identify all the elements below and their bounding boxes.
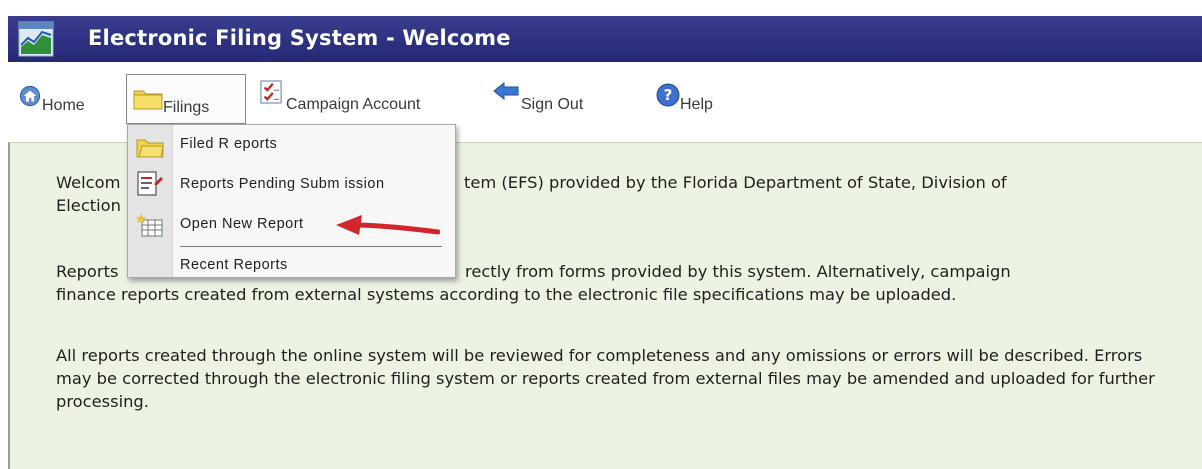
folder-icon [133, 90, 163, 110]
dropdown-label-recent-reports: Recent Reports [180, 257, 288, 273]
checklist-icon [260, 80, 282, 104]
red-arrow-annotation [336, 215, 440, 235]
dropdown-item-reports-pending[interactable]: Reports Pending Subm ission [128, 165, 455, 203]
filings-dropdown: Filed R eports Reports Pending Subm issi… [127, 124, 456, 278]
menu-help[interactable]: ? Help [654, 62, 734, 126]
dropdown-item-recent-reports[interactable]: Recent Reports [128, 249, 455, 277]
menu-sign-out[interactable]: Sign Out [493, 62, 603, 126]
dropdown-separator [180, 246, 442, 247]
reports-line1-start: Reports [56, 262, 119, 281]
menu-campaign-account[interactable]: Campaign Account [258, 62, 448, 126]
svg-text:?: ? [664, 86, 673, 104]
menu-bar: Home Filings Campaign Account Sign Out ?… [8, 62, 1202, 126]
pending-document-icon [137, 171, 163, 196]
reports-line1-end: rectly from forms provided by this syste… [465, 262, 1011, 281]
help-icon: ? [656, 83, 680, 107]
menu-campaign-account-label: Campaign Account [286, 96, 421, 113]
menu-filings-label: Filings [163, 99, 210, 116]
welcome-line1-end: tem (EFS) provided by the Florida Depart… [464, 173, 1007, 192]
folder-icon [136, 139, 164, 158]
window-title: Electronic Filing System - Welcome [88, 26, 511, 50]
back-arrow-icon [493, 82, 519, 100]
dropdown-item-filed-reports[interactable]: Filed R eports [128, 127, 455, 165]
welcome-line2: Election [56, 196, 121, 215]
home-icon [19, 85, 41, 107]
menu-filings[interactable]: Filings [126, 62, 246, 126]
new-report-grid-icon [136, 213, 163, 237]
welcome-line1-start: Welcom [56, 173, 121, 192]
dropdown-label-reports-pending: Reports Pending Subm ission [180, 176, 385, 192]
chart-icon [18, 21, 54, 57]
dropdown-label-filed-reports: Filed R eports [180, 136, 278, 152]
menu-home[interactable]: Home [14, 62, 104, 126]
dropdown-label-open-new-report: Open New Report [180, 216, 304, 232]
menu-sign-out-label: Sign Out [521, 96, 584, 113]
reports-line2: finance reports created from external sy… [56, 285, 957, 304]
menu-home-label: Home [42, 97, 85, 114]
menu-help-label: Help [680, 96, 713, 113]
review-paragraph: All reports created through the online s… [56, 346, 1155, 411]
title-bar: Electronic Filing System - Welcome [8, 16, 1202, 62]
